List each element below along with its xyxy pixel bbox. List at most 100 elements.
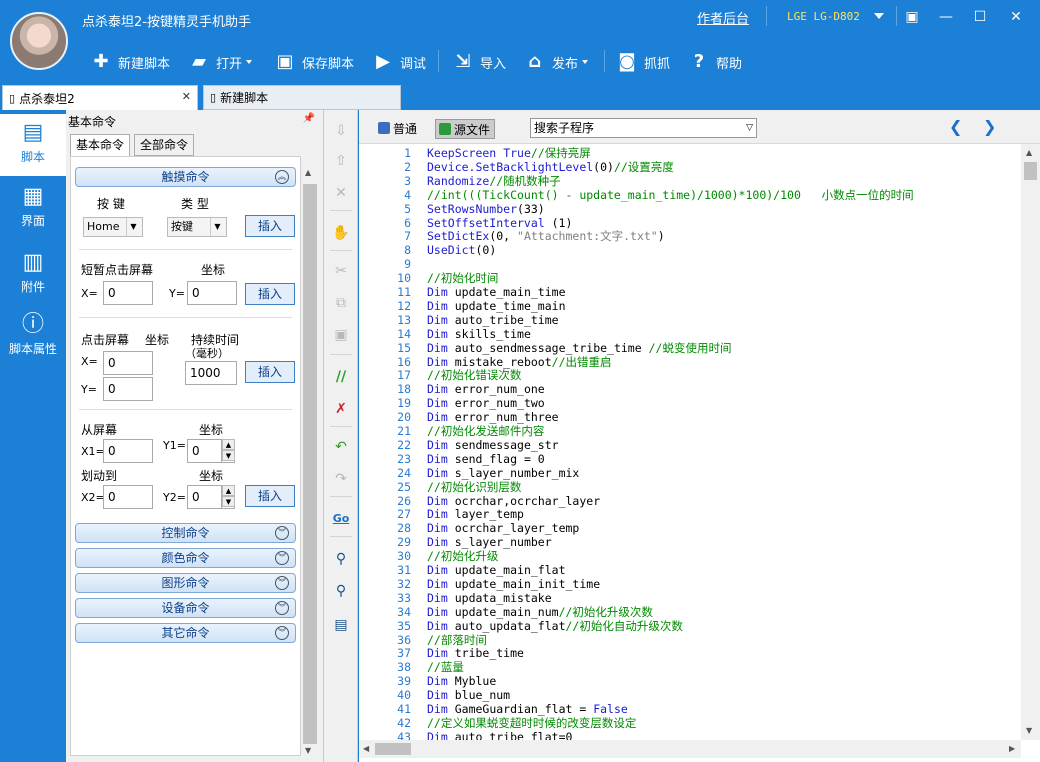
redo-icon[interactable]: ↷	[331, 470, 351, 488]
search-subroutine-select[interactable]: 搜索子程序 ▽	[530, 118, 757, 138]
code-line[interactable]: Dim update_time_main	[427, 299, 566, 313]
comment-icon[interactable]: //	[331, 368, 351, 386]
code-line[interactable]: Dim layer_temp	[427, 507, 524, 521]
publish-button[interactable]: ⌂ 发布	[524, 47, 589, 77]
tab-basic-commands[interactable]: 基本命令	[70, 134, 131, 157]
code-area[interactable]: KeepScreen True//保持亮屏 Device.SetBacklight…	[415, 144, 1021, 740]
code-line[interactable]: //初始化错误次数	[427, 368, 521, 382]
scroll-up-icon[interactable]: ▲	[1026, 148, 1032, 157]
y2-stepper[interactable]: ▲ ▼	[221, 485, 235, 509]
step-up-icon[interactable]: ▲	[222, 439, 235, 450]
code-line[interactable]: SetRowsNumber(33)	[427, 202, 545, 216]
tap-y-input[interactable]: 0	[187, 281, 237, 305]
step-down-icon[interactable]: ▼	[222, 496, 235, 507]
insert-tap-button[interactable]: 插入	[245, 283, 295, 305]
code-line[interactable]: //初始化时间	[427, 271, 498, 285]
code-line[interactable]: Randomize//随机数种子	[427, 174, 561, 188]
nav-script[interactable]: ▤ 脚本	[0, 114, 66, 176]
chevron-down-icon[interactable]	[874, 13, 884, 19]
editor-vertical-scrollbar[interactable]: ▲ ▼	[1021, 144, 1040, 740]
key-select[interactable]: Home ▼	[83, 217, 143, 237]
expand-icon[interactable]: ︾	[275, 551, 289, 565]
layout-icon[interactable]: ▤	[331, 616, 351, 634]
code-line[interactable]: Dim error_num_three	[427, 410, 559, 424]
nav-attachment[interactable]: ▥ 附件	[0, 244, 66, 306]
code-line[interactable]: //int(((TickCount() - update_main_time)/…	[427, 188, 914, 202]
debug-button[interactable]: ▶ 调试	[372, 47, 426, 77]
expand-icon[interactable]: ︾	[275, 526, 289, 540]
scroll-left-icon[interactable]: ◀	[363, 744, 369, 753]
code-line[interactable]: Dim auto_sendmessage_tribe_time //蜕变使用时间	[427, 341, 731, 355]
code-line[interactable]: UseDict(0)	[427, 243, 496, 257]
code-line[interactable]: Dim tribe_time	[427, 646, 524, 660]
close-tab-icon[interactable]: ✕	[182, 90, 191, 103]
code-line[interactable]: //初始化发送邮件内容	[427, 424, 544, 438]
code-line[interactable]: Dim error_num_two	[427, 396, 545, 410]
tab-new-script[interactable]: ▯ 新建脚本	[203, 85, 401, 110]
tab-all-commands[interactable]: 全部命令	[134, 134, 195, 156]
color-commands-header[interactable]: 颜色命令 ︾	[75, 548, 296, 568]
insert-key-button[interactable]: 插入	[245, 215, 295, 237]
insert-press-button[interactable]: 插入	[245, 361, 295, 383]
hand-icon[interactable]: ✋	[331, 224, 351, 242]
move-up-icon[interactable]: ⇧	[331, 152, 351, 170]
scroll-thumb[interactable]	[1024, 162, 1037, 180]
swipe-x1-input[interactable]: 0	[103, 439, 153, 463]
code-line[interactable]: Dim send_flag = 0	[427, 452, 545, 466]
code-line[interactable]: //初始化识别层数	[427, 480, 521, 494]
code-line[interactable]: Dim s_layer_number	[427, 535, 552, 549]
code-line[interactable]: Dim update_main_init_time	[427, 577, 600, 591]
code-line[interactable]: Dim ocrchar,ocrchar_layer	[427, 494, 600, 508]
save-script-button[interactable]: ▣ 保存脚本	[274, 47, 354, 77]
code-line[interactable]: Dim skills_time	[427, 327, 531, 341]
tap-x-input[interactable]: 0	[103, 281, 153, 305]
code-line[interactable]: Dim auto_tribe_flat=0	[427, 730, 572, 740]
control-commands-header[interactable]: 控制命令 ︾	[75, 523, 296, 543]
avatar[interactable]	[10, 12, 68, 70]
editor-horizontal-scrollbar[interactable]: ◀ ▶	[359, 740, 1021, 758]
move-down-icon[interactable]: ⇩	[331, 122, 351, 140]
insert-swipe-button[interactable]: 插入	[245, 485, 295, 507]
code-line[interactable]: SetDictEx(0, "Attachment:文字.txt")	[427, 229, 665, 243]
nav-forward-icon[interactable]: ❯	[983, 117, 996, 136]
goto-icon[interactable]: Go	[331, 510, 351, 528]
scroll-down-icon[interactable]: ▼	[305, 746, 311, 755]
uncomment-icon[interactable]: ✗	[331, 400, 351, 418]
other-commands-header[interactable]: 其它命令 ︾	[75, 623, 296, 643]
author-backend-link[interactable]: 作者后台	[697, 8, 749, 27]
close-icon[interactable]: ✕	[1006, 8, 1026, 26]
code-line[interactable]: Dim update_main_time	[427, 285, 566, 299]
code-line[interactable]: Dim update_main_flat	[427, 563, 566, 577]
nav-script-properties[interactable]: ⓘ 脚本属性	[0, 306, 66, 368]
code-line[interactable]: //蓝量	[427, 660, 464, 674]
capture-button[interactable]: ◙ 抓抓	[616, 47, 670, 77]
scroll-thumb[interactable]	[303, 184, 317, 744]
code-line[interactable]: Dim ocrchar_layer_temp	[427, 521, 579, 535]
swipe-x2-input[interactable]: 0	[103, 485, 153, 509]
type-select[interactable]: 按键 ▼	[167, 217, 227, 237]
code-line[interactable]: //初始化升级	[427, 549, 498, 563]
graphics-commands-header[interactable]: 图形命令 ︾	[75, 573, 296, 593]
minimize-icon[interactable]: —	[936, 8, 956, 26]
code-line[interactable]: Dim mistake_reboot//出错重启	[427, 355, 612, 369]
collapse-icon[interactable]: ︽	[275, 170, 289, 184]
code-line[interactable]: SetOffsetInterval (1)	[427, 216, 572, 230]
press-y-input[interactable]: 0	[103, 377, 153, 401]
scroll-up-icon[interactable]: ▲	[305, 168, 311, 177]
device-selector[interactable]: LGE LG-D802	[787, 10, 860, 23]
code-line[interactable]: Dim blue_num	[427, 688, 510, 702]
press-x-input[interactable]: 0	[103, 351, 153, 375]
delete-icon[interactable]: ✕	[331, 184, 351, 202]
expand-icon[interactable]: ︾	[275, 576, 289, 590]
find-icon[interactable]: ⚲	[331, 550, 351, 568]
cut-icon[interactable]: ✂	[331, 262, 351, 280]
help-button[interactable]: ? 帮助	[688, 47, 742, 77]
restore-window-icon[interactable]: ▣	[902, 8, 922, 26]
code-line[interactable]: KeepScreen True//保持亮屏	[427, 146, 591, 160]
code-line[interactable]: Dim error_num_one	[427, 382, 545, 396]
code-line[interactable]: Dim s_layer_number_mix	[427, 466, 579, 480]
command-list-scrollbar[interactable]: ▲ ▼	[301, 162, 319, 756]
code-line[interactable]: Dim updata_mistake	[427, 591, 552, 605]
undo-icon[interactable]: ↶	[331, 438, 351, 456]
find-replace-icon[interactable]: ⚲	[331, 582, 351, 600]
